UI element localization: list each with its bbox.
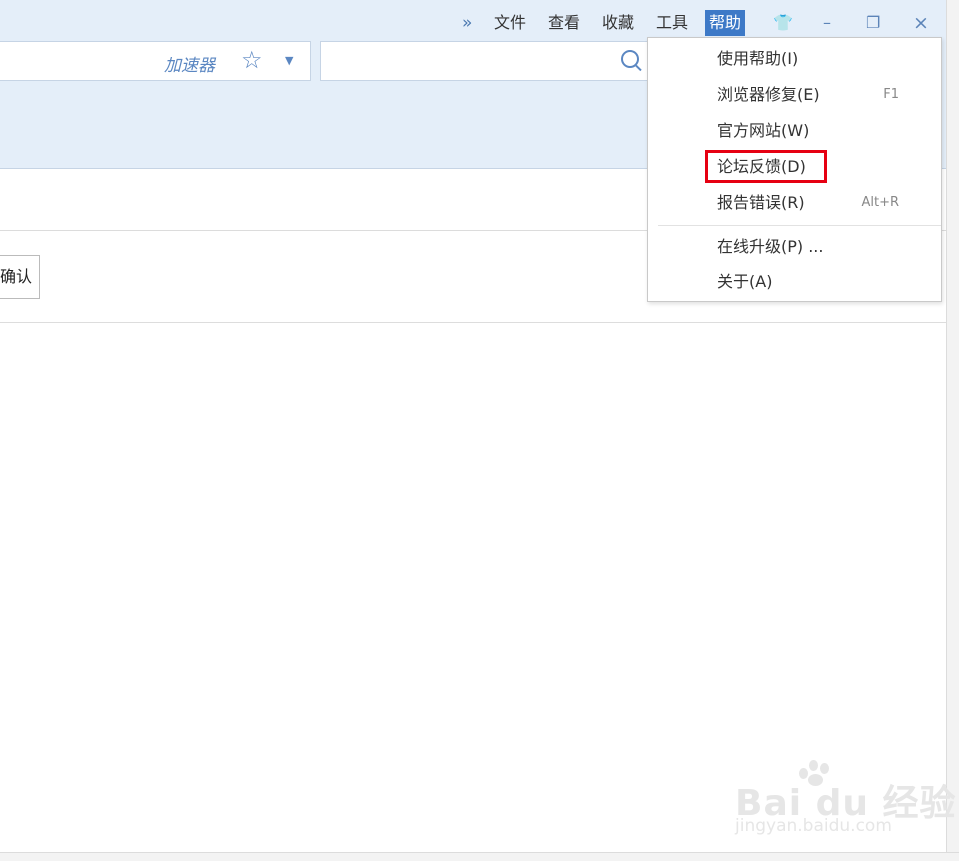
help-menu-item-label: 官方网站(W) xyxy=(717,121,810,140)
help-menu-dropdown: 使用帮助(I) 浏览器修复(E) F1 官方网站(W) 论坛反馈(D) 报告错误… xyxy=(647,37,942,302)
menu-separator xyxy=(658,225,941,226)
menu-tools[interactable]: 工具 xyxy=(656,10,688,36)
menu-overflow-chevron[interactable]: » xyxy=(462,10,472,36)
watermark-url: jingyan.baidu.com xyxy=(735,816,892,836)
menu-view[interactable]: 查看 xyxy=(548,10,580,36)
help-menu-item-usage[interactable]: 使用帮助(I) xyxy=(648,41,941,77)
help-menu-item-label: 浏览器修复(E) xyxy=(717,85,820,104)
right-window-edge xyxy=(946,0,959,861)
help-menu-item-label: 使用帮助(I) xyxy=(717,49,799,68)
minimize-icon[interactable]: – xyxy=(823,10,831,36)
shortcut-label: Alt+R xyxy=(861,195,899,210)
skin-icon[interactable]: 👕 xyxy=(773,10,793,36)
content-divider xyxy=(0,322,946,323)
bottom-window-edge xyxy=(0,852,959,861)
menu-file[interactable]: 文件 xyxy=(494,10,526,36)
close-icon[interactable]: × xyxy=(913,10,929,36)
restore-icon[interactable]: ❐ xyxy=(866,10,880,36)
help-menu-item-about[interactable]: 关于(A) xyxy=(648,264,941,300)
help-menu-item-online-upgrade[interactable]: 在线升级(P) ... xyxy=(648,229,941,265)
menu-favorites[interactable]: 收藏 xyxy=(602,10,634,36)
baidu-jingyan-watermark: Bai du 经验 jingyan.baidu.com xyxy=(733,758,956,842)
shortcut-label: F1 xyxy=(883,87,899,102)
help-menu-item-label: 关于(A) xyxy=(717,272,773,291)
accelerator-button[interactable]: 加速器 xyxy=(164,51,215,76)
annotation-highlight-box xyxy=(705,150,827,183)
star-icon[interactable]: ☆ xyxy=(241,46,263,74)
confirm-button[interactable]: 确认 xyxy=(0,255,40,299)
help-menu-item-report-error[interactable]: 报告错误(R) Alt+R xyxy=(648,185,941,221)
chevron-down-icon[interactable]: ▼ xyxy=(285,54,293,67)
menu-help[interactable]: 帮助 xyxy=(705,10,746,36)
help-menu-item-repair[interactable]: 浏览器修复(E) F1 xyxy=(648,77,941,113)
help-menu-item-website[interactable]: 官方网站(W) xyxy=(648,113,941,149)
help-menu-item-label: 报告错误(R) xyxy=(717,193,805,212)
search-input[interactable] xyxy=(320,41,660,81)
address-bar[interactable]: 加速器 ☆ ▼ xyxy=(0,41,311,81)
search-icon[interactable] xyxy=(621,50,639,68)
browser-window: » 文件 查看 收藏 工具 帮助 👕 – ❐ × 加速器 ☆ ▼ 确认 使用帮助… xyxy=(0,0,959,861)
help-menu-item-label: 在线升级(P) ... xyxy=(717,237,824,256)
